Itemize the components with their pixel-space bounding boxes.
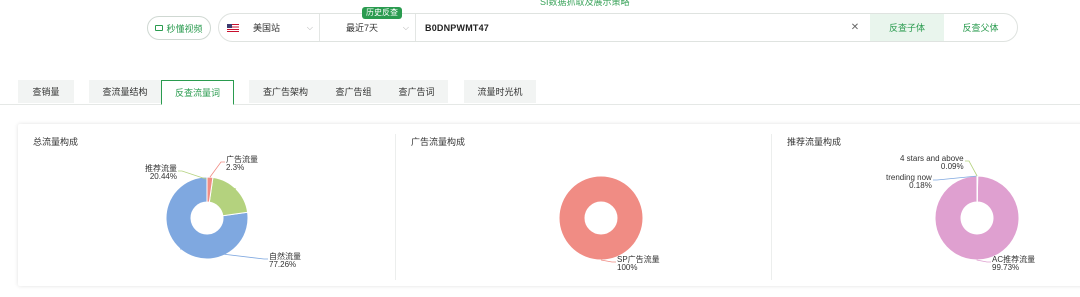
slice-label: 广告流量 2.3% <box>226 156 258 172</box>
video-button-label: 秒懂视频 <box>166 23 203 34</box>
site-label: 美国站 <box>253 23 281 33</box>
period-label: 最近7天 <box>346 23 379 33</box>
video-button[interactable]: 秒懂视频 <box>147 16 211 40</box>
slice-value: 99.73% <box>992 263 1020 272</box>
slice-label: 4 stars and above 0.09% <box>900 155 964 171</box>
chevron-down-icon: ⌵ <box>402 22 409 32</box>
slice-label: SP广告流量 100% <box>617 256 660 272</box>
tab-bar: 查销量 查流量结构 反查流量词 查广告架构 查广告组 查广告词 流量时光机 <box>0 80 1080 105</box>
reverse-parent-button[interactable]: 反查父体 <box>944 14 1017 41</box>
slice-value: 0.18% <box>909 181 932 190</box>
label-leader-line <box>209 161 225 178</box>
slice-label: 推荐流量 20.44% <box>145 165 177 181</box>
pie-chart-total <box>165 161 268 260</box>
tab-traffic-timemachine[interactable]: 流量时光机 <box>464 80 536 103</box>
slice-label: trending now 0.18% <box>886 174 932 190</box>
tab-sales[interactable]: 查销量 <box>18 80 74 103</box>
asin-input[interactable]: B0DNPWMT47 <box>425 14 855 41</box>
pie-slice-2[interactable] <box>208 176 249 217</box>
search-bar: 美国站 ⌵ 最近7天 ⌵ 历史反查 B0DNPWMT47 ✕ 反查子体 反查父体 <box>218 7 1018 42</box>
close-icon[interactable]: ✕ <box>849 14 861 41</box>
video-icon <box>155 25 164 31</box>
slice-value: 77.26% <box>269 260 297 269</box>
site-select[interactable]: 美国站 ⌵ <box>227 14 319 41</box>
slice-value: 0.09% <box>940 162 964 171</box>
pie-chart-ads <box>558 175 644 263</box>
label-leader-line <box>965 160 978 177</box>
reverse-child-button[interactable]: 反查子体 <box>870 14 944 41</box>
label-leader-line <box>600 259 616 263</box>
divider <box>415 14 416 41</box>
history-badge: 历史反查 <box>362 7 402 19</box>
tab-ad-groups[interactable]: 查广告组 <box>322 80 385 103</box>
chart-panel-recommend: 推荐流量构成 AC推荐流量 99.73% trending now 0.18% 4 st… <box>772 124 1080 286</box>
tab-ad-keywords[interactable]: 查广告词 <box>385 80 448 103</box>
tab-ad-structure[interactable]: 查广告架构 <box>249 80 322 103</box>
tab-traffic-structure[interactable]: 查流量结构 <box>89 80 161 103</box>
slice-label: 自然流量 77.26% <box>269 253 301 269</box>
chart-panel-total: 总流量构成 自然流量 77.26% 推荐流量 20.44% 广告流量 2.3% <box>18 124 396 286</box>
slice-value: 20.44% <box>149 172 177 181</box>
slice-value: 2.3% <box>226 163 245 172</box>
traffic-charts-card: 总流量构成 自然流量 77.26% 推荐流量 20.44% 广告流量 2.3% 广告流量构… <box>18 124 1080 286</box>
slice-label: AC推荐流量 99.73% <box>992 256 1035 272</box>
top-note[interactable]: SI数据抓取及展示策略 <box>540 0 630 8</box>
label-leader-line <box>976 259 991 263</box>
chevron-down-icon: ⌵ <box>306 22 313 32</box>
tab-traffic-keywords[interactable]: 反查流量词 <box>161 80 234 105</box>
pie-slice-1[interactable] <box>558 175 644 261</box>
us-flag-icon <box>227 23 239 32</box>
chart-panel-ads: 广告流量构成 SP广告流量 100% <box>396 124 772 286</box>
slice-value: 100% <box>617 263 638 272</box>
